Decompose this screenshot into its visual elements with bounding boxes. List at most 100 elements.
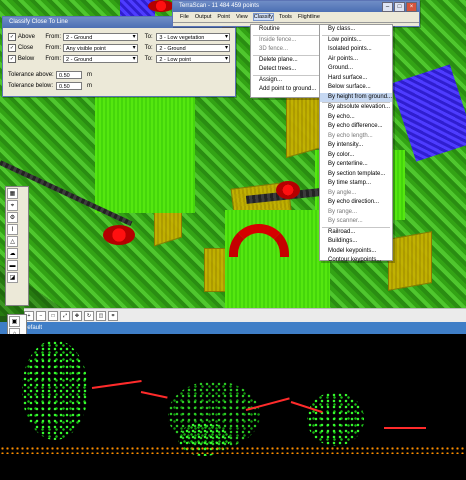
classify-menu-item[interactable]: By intensity... [320,141,392,151]
tolerance-below-input[interactable]: 0.50 [56,81,82,90]
grass-area [225,210,330,316]
terrascan-window[interactable]: TerraScan - 11 484 459 points – □ × File… [172,0,420,27]
detect-trees-menu-item[interactable]: Detect trees... [251,65,323,75]
add-point-to-ground-menu-item[interactable]: Add point to ground... [251,85,323,95]
window-icon[interactable]: □ [48,311,58,321]
color-icon[interactable]: ◪ [7,272,18,283]
selection-icon[interactable]: ▦ [7,188,18,199]
tolerance-below-row: Tolerance below: 0.50 m [8,80,230,91]
point-cloud [307,392,364,446]
classify-menu-item[interactable]: Railroad... [320,228,392,238]
menu-view[interactable]: View [236,14,248,20]
class-icon[interactable]: ⌖ [7,200,18,211]
below-from-select[interactable]: 2 - Ground [63,54,138,63]
classify-menu-item: By angle... [328,189,357,196]
delete-plane-menu-item[interactable]: Delete plane... [251,56,323,66]
close-checkbox[interactable]: ✓ [8,43,16,52]
bottom-status-area [0,470,466,480]
classify-menu-item[interactable]: Below surface... [320,83,392,93]
below-checkbox[interactable]: ✓ [8,54,16,63]
classify-menu-item: By scanner... [328,218,363,224]
classify-menu-item: By range... [328,208,358,215]
terrascan-titlebar[interactable]: TerraScan - 11 484 459 points – □ × [173,1,419,12]
close-icon[interactable]: × [406,2,417,12]
left-classify-menu[interactable]: Routine Inside fence... 3D fence... Dele… [250,24,324,98]
pan-icon[interactable]: ✥ [72,311,82,321]
toolbar-icon[interactable]: ▣ [9,316,20,327]
to-label: To: [144,33,153,40]
red-tree-crown [276,181,300,199]
menu-output[interactable]: Output [195,14,212,20]
menu-point[interactable]: Point [217,14,230,20]
classify-menu-item[interactable]: Hard surface... [320,74,392,84]
profile-icon[interactable]: ⌇ [7,224,18,235]
classify-menu-item[interactable]: Low points... [320,36,392,46]
assign-menu-item[interactable]: Assign... [251,76,323,86]
classify-menu-item[interactable]: By time stamp... [320,179,392,189]
menu-file[interactable]: File [180,14,189,20]
zoom-out-icon[interactable]: − [36,311,46,321]
classify-menu-item[interactable]: By absolute elevation... [320,103,392,113]
profile-line [384,427,426,429]
fit-icon[interactable]: ⤢ [60,311,70,321]
triangle-icon[interactable]: △ [7,236,18,247]
inside-fence-menu-item: Inside fence... [259,36,297,43]
classify-menu-item[interactable]: Ground... [320,64,392,74]
above-to-select[interactable]: 3 - Low vegetation [156,32,230,41]
tolerance-below-label: Tolerance below: [8,82,54,89]
measure-icon[interactable]: ⌗ [108,311,118,321]
tolerance-above-input[interactable]: 0.50 [56,70,82,79]
menu-tools[interactable]: Tools [279,14,292,20]
unit-label: m [87,82,92,89]
classify-menu-item[interactable]: By centerline... [320,160,392,170]
cloud-icon[interactable]: ☁ [7,248,18,259]
building-roof [388,231,432,291]
classify-submenu[interactable]: By class... Low points... Isolated point… [319,24,393,263]
road-icon[interactable]: ▬ [7,260,18,271]
menu-classify[interactable]: Classify [252,13,275,21]
above-from-select[interactable]: 2 - Ground [63,32,138,41]
to-label: To: [144,44,153,51]
to-label: To: [144,55,153,62]
rotate-icon[interactable]: ↻ [84,311,94,321]
below-to-select[interactable]: 2 - Low point [156,54,230,63]
gear-icon[interactable]: ⚙ [7,212,18,223]
classify-menu-item[interactable]: By class... [320,25,392,35]
above-row: ✓ Above From: 2 - Ground To: 3 - Low veg… [8,31,230,42]
close-label: Close [17,44,34,51]
classify-menu-item[interactable]: Buildings... [320,237,392,247]
classify-menu-item[interactable]: By height from ground... [320,92,392,102]
close-from-select[interactable]: Any visible point [63,43,138,52]
3d-fence-menu-item: 3D fence... [259,46,289,52]
point-cloud [22,340,88,440]
classify-menu-item[interactable]: Air points... [320,55,392,65]
above-checkbox[interactable]: ✓ [8,32,16,41]
classify-menu-item[interactable]: By color... [320,151,392,161]
above-label: Above [17,33,35,40]
menu-flightline[interactable]: Flightline [298,14,320,20]
classify-close-to-line-window[interactable]: Classify Close To Line × ✓ Above From: 2… [2,16,236,97]
classify-menu-item[interactable]: By echo direction... [320,198,392,208]
classify-menu-item[interactable]: Isolated points... [320,45,392,55]
profile-line [91,380,142,389]
unit-label: m [87,71,92,78]
classify-menu-item[interactable]: By echo... [320,113,392,123]
grass-area [95,83,195,213]
minimize-icon[interactable]: – [382,2,393,12]
below-row: ✓ Below From: 2 - Ground To: 2 - Low poi… [8,53,230,64]
tolerance-above-row: Tolerance above: 0.50 m [8,69,230,80]
profile-view[interactable] [0,334,466,480]
classify-menu-item[interactable]: Contour keypoints... [320,256,392,266]
from-label: From: [45,55,62,62]
ground-points [0,446,466,454]
view-icon[interactable]: ◫ [96,311,106,321]
close-to-select[interactable]: 2 - Ground [156,43,230,52]
lower-view-titlebar[interactable]: Default [0,322,466,334]
routine-menu-item[interactable]: Routine [251,25,323,35]
classify-menu-item[interactable]: By section template... [320,170,392,180]
close-row: ✓ Close From: Any visible point To: 2 - … [8,42,230,53]
classify-menu-item[interactable]: By echo difference... [320,122,392,132]
classify-menu-item[interactable]: Model keypoints... [320,247,392,257]
maximize-icon[interactable]: □ [394,2,405,12]
classify-menu-item: By echo length... [328,132,373,139]
